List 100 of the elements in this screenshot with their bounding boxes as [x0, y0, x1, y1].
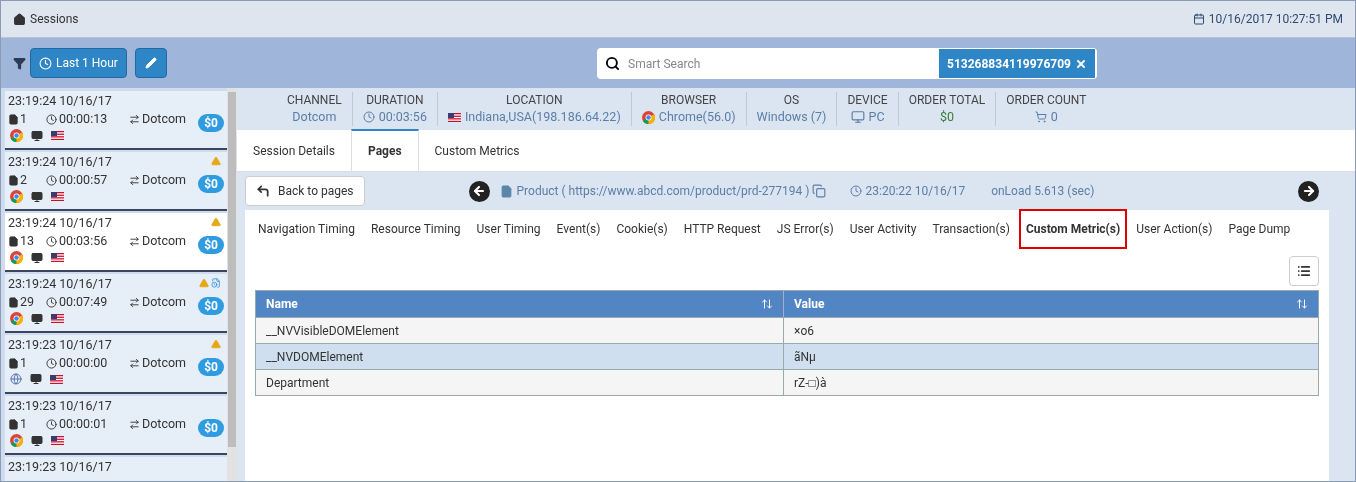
sub-tab[interactable]: Resource Timing [363, 209, 468, 249]
session-duration: 00:07:49 [59, 293, 109, 311]
document-icon [211, 278, 221, 288]
table-row[interactable]: Department rZ-□)à [256, 369, 1318, 395]
sort-icon [1296, 298, 1308, 310]
order-amount: $0 [198, 175, 224, 193]
flag-icon [447, 112, 461, 122]
summary-value: Chrome(56.0) [658, 108, 736, 126]
session-card[interactable]: 23:19:23 10/16/17 1 00:00:00 Dotcom $0 [5, 335, 227, 394]
order-amount: $0 [198, 236, 224, 254]
table-row[interactable]: __NVDOMElement ãNµ [256, 343, 1318, 369]
session-card[interactable]: 23:19:23 10/16/17 [5, 457, 227, 481]
page-icon [8, 174, 19, 186]
copy-icon [811, 184, 826, 198]
summary-label: BROWSER [661, 92, 717, 108]
table-row[interactable]: __NVVisibleDOMElement ×o6 [256, 317, 1318, 343]
summary-value: Indiana,USA(198.186.64.22) [464, 108, 621, 126]
summary-label: LOCATION [506, 92, 563, 108]
clock-icon [46, 418, 57, 430]
session-card[interactable]: 23:19:24 10/16/17 2 00:00:57 Dotcom $0 [5, 152, 227, 211]
page-title: Sessions [30, 11, 79, 28]
session-channel: Dotcom [142, 415, 187, 433]
session-time: 23:19:24 10/16/17 [8, 93, 112, 109]
order-amount: $0 [198, 297, 224, 315]
sort-icon [761, 298, 773, 310]
column-list-button[interactable] [1289, 256, 1319, 286]
sub-tab[interactable]: Transaction(s) [925, 209, 1017, 249]
clock-icon [46, 235, 57, 247]
close-icon [1075, 57, 1087, 70]
back-arrow-icon [256, 184, 270, 198]
edit-button[interactable] [134, 48, 167, 78]
warning-icon [211, 217, 221, 227]
time-range-button[interactable]: Last 1 Hour [30, 48, 127, 78]
clock-icon [46, 174, 57, 186]
page-count: 1 [20, 415, 29, 433]
session-card[interactable]: 23:19:24 10/16/17 13 00:03:56 Dotcom $0 [5, 213, 227, 272]
sub-tab[interactable]: User Activity [842, 209, 924, 249]
search-icon [605, 56, 620, 71]
filter-icon [13, 56, 26, 70]
back-button[interactable]: Back to pages [245, 176, 365, 206]
summary-value: Dotcom [292, 108, 337, 126]
browser-logo-icon [10, 129, 23, 142]
sub-tab[interactable]: User Action(s) [1129, 209, 1220, 249]
search-field[interactable]: Smart Search 513268834119976709 [597, 48, 1097, 79]
browser-logo-icon [10, 312, 23, 325]
page-count: 1 [20, 354, 29, 372]
sub-tab[interactable]: Custom Metric(s) [1018, 209, 1128, 249]
page-count: 13 [20, 232, 36, 250]
page-url: Product ( https://www.abcd.com/product/prd-277194 ) [516, 183, 810, 200]
channel-icon [129, 174, 140, 186]
flag-icon [51, 436, 64, 445]
monitor-icon [31, 190, 43, 203]
session-duration: 00:00:57 [59, 171, 109, 189]
current-datetime: 10/16/2017 10:27:51 PM [1208, 11, 1343, 28]
summary-label: ORDER COUNT [1006, 92, 1087, 108]
session-time: 23:19:23 10/16/17 [8, 459, 112, 475]
sub-tab[interactable]: JS Error(s) [769, 209, 841, 249]
page-icon [8, 235, 19, 247]
session-duration: 00:00:00 [59, 354, 109, 372]
page-count: 2 [20, 171, 29, 189]
flag-icon [50, 374, 63, 384]
session-time: 23:19:23 10/16/17 [8, 337, 112, 353]
sub-tab[interactable]: Cookie(s) [609, 209, 675, 249]
previous-page-button[interactable] [468, 180, 490, 202]
page-count: 1 [20, 110, 29, 128]
tab[interactable]: Session Details [237, 129, 351, 171]
page-icon [8, 357, 19, 369]
clock-icon [849, 185, 862, 197]
monitor-icon [30, 373, 42, 385]
session-time: 23:19:24 10/16/17 [8, 215, 112, 231]
order-amount: $0 [198, 358, 224, 376]
search-token[interactable]: 513268834119976709 [939, 49, 1095, 78]
clock-icon [362, 111, 375, 123]
summary-value: 0 [1050, 108, 1058, 126]
column-header[interactable]: Value [784, 291, 1318, 317]
session-card[interactable]: 23:19:24 10/16/17 29 00:07:49 Dotcom $0 [5, 274, 227, 333]
monitor-icon [850, 110, 865, 124]
flag-icon [51, 314, 64, 323]
next-page-button[interactable] [1298, 180, 1319, 202]
channel-icon [129, 418, 140, 430]
table-cell: Department [256, 370, 784, 395]
browser-logo-icon [10, 434, 23, 447]
session-card[interactable]: 23:19:24 10/16/17 1 00:00:13 Dotcom $0 [5, 91, 227, 150]
sub-tab[interactable]: Event(s) [549, 209, 608, 249]
sub-tab[interactable]: Page Dump [1221, 209, 1298, 249]
sub-tab[interactable]: HTTP Request [676, 209, 768, 249]
session-time: 23:19:23 10/16/17 [8, 398, 112, 414]
tab[interactable]: Custom Metrics [418, 129, 536, 171]
summary-label: ORDER TOTAL [908, 92, 986, 108]
session-card[interactable]: 23:19:23 10/16/17 1 00:00:01 Dotcom $0 [5, 396, 227, 455]
summary-label: DEVICE [847, 92, 888, 108]
channel-icon [129, 296, 140, 308]
sub-tab[interactable]: User Timing [469, 209, 548, 249]
session-channel: Dotcom [142, 110, 187, 128]
tab[interactable]: Pages [350, 129, 419, 171]
page-icon [8, 418, 19, 430]
sub-tab[interactable]: Navigation Timing [251, 209, 362, 249]
session-channel: Dotcom [142, 354, 187, 372]
browser-logo-icon [10, 190, 23, 203]
page-time: 23:20:22 10/16/17 [865, 183, 966, 200]
